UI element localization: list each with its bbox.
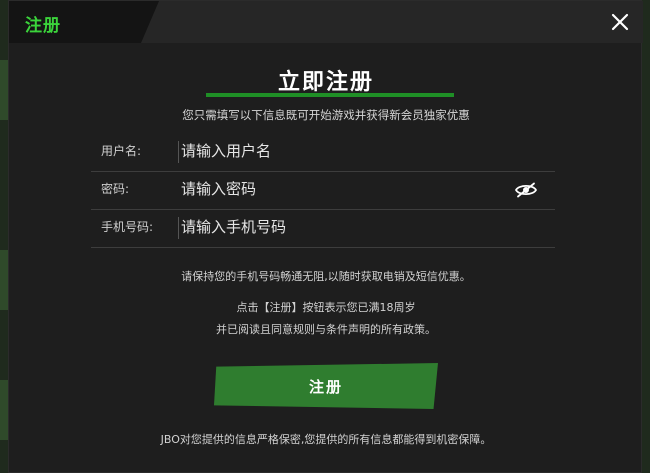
close-icon: [611, 13, 629, 31]
close-button[interactable]: [607, 9, 633, 35]
page-subtitle: 您只需填写以下信息既可开始游戏并获得新会员独家优惠: [182, 108, 470, 122]
username-label: 用户名:: [101, 144, 142, 158]
phone-label: 手机号码:: [101, 220, 154, 234]
register-button[interactable]: 注册: [214, 363, 438, 409]
phone-notice: 请保持您的手机号码畅通无阻,以随时获取电销及短信优惠。: [181, 270, 471, 283]
eye-off-icon: [514, 182, 538, 198]
password-label: 密码:: [101, 182, 130, 196]
page-title: 立即注册: [277, 70, 374, 95]
privacy-footer: JBO对您提供的信息严格保密,您提供的所有信息都能得到机密保障。: [160, 433, 492, 446]
password-visibility-toggle[interactable]: [514, 182, 538, 198]
username-input[interactable]: [181, 137, 511, 165]
age-notice: 点击【注册】按钮表示您已满18周岁: [236, 301, 416, 314]
modal-title: 注册: [25, 16, 61, 36]
password-input[interactable]: [181, 175, 511, 203]
field-divider: [178, 141, 179, 163]
register-modal: 注册 立即注册 您只需填写以下信息既可开始游戏并获得新会员独家优惠 用户名: 密…: [8, 0, 643, 473]
title-underline: [206, 93, 454, 97]
phone-input[interactable]: [181, 213, 511, 241]
password-row: 密码:: [91, 171, 555, 210]
username-row: 用户名:: [91, 133, 555, 172]
phone-row: 手机号码:: [91, 209, 555, 248]
field-divider: [178, 217, 179, 239]
policy-notice: 并已阅读且同意规则与条件声明的所有政策。: [216, 323, 436, 336]
modal-header: 注册: [9, 1, 643, 43]
